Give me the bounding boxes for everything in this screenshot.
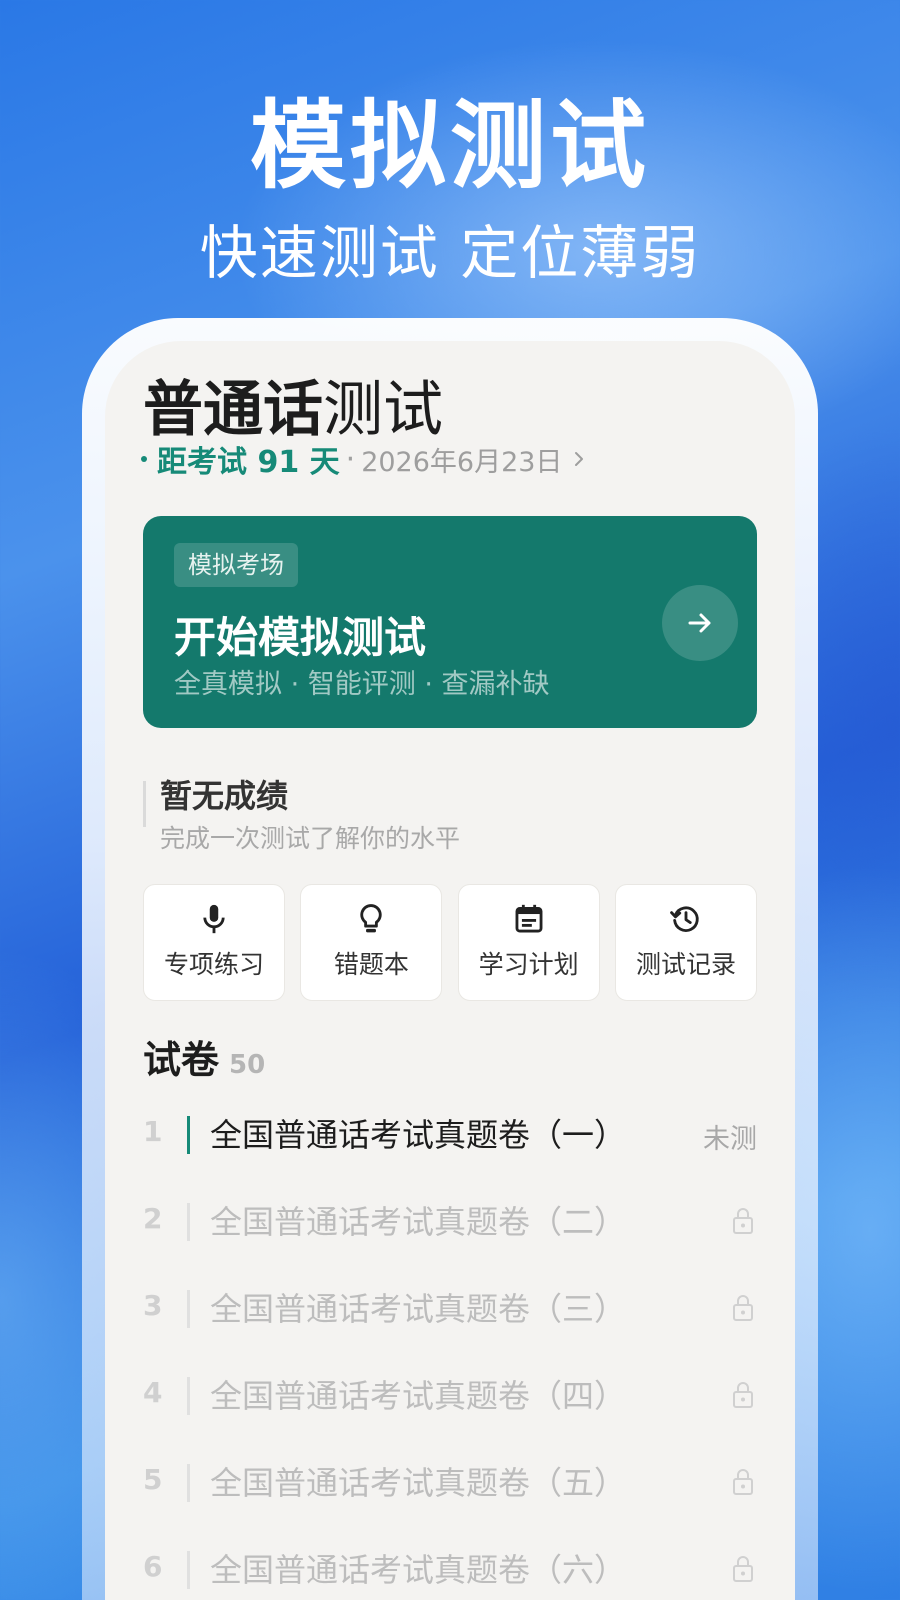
mock-test-description: 全真模拟 · 智能评测 · 查漏补缺 <box>174 669 550 700</box>
start-test-button[interactable] <box>662 585 738 661</box>
paper-number: 5 <box>143 1463 163 1496</box>
paper-row[interactable]: 3 全国普通话考试真题卷（三） <box>143 1279 757 1339</box>
countdown-dot <box>141 456 147 462</box>
paper-accent-bar <box>187 1203 190 1241</box>
papers-title: 试卷 <box>143 1038 220 1082</box>
countdown-separator: · <box>345 441 356 477</box>
mock-exam-badge: 模拟考场 <box>174 543 298 587</box>
study-plan-label: 学习计划 <box>478 950 579 979</box>
page-title: 普通话测试 <box>143 361 443 448</box>
countdown-days: 距考试 91 天 <box>157 445 340 480</box>
page-title-rest: 测试 <box>323 375 443 445</box>
calendar-icon <box>515 904 543 933</box>
paper-accent-bar <box>187 1116 190 1154</box>
paper-number: 1 <box>143 1115 163 1148</box>
chevron-right-icon <box>574 445 584 473</box>
lock-icon <box>733 1469 753 1495</box>
study-plan-button[interactable]: 学习计划 <box>457 884 600 1001</box>
test-history-label: 测试记录 <box>635 950 736 979</box>
lock-icon <box>733 1295 753 1321</box>
paper-name: 全国普通话考试真题卷（一） <box>210 1116 627 1154</box>
paper-accent-bar <box>187 1551 190 1589</box>
paper-name: 全国普通话考试真题卷（六） <box>210 1551 627 1589</box>
paper-accent-bar <box>187 1377 190 1415</box>
practice-button[interactable]: 专项练习 <box>143 884 285 1001</box>
paper-number: 3 <box>143 1289 163 1322</box>
mistakes-label: 错题本 <box>333 950 409 979</box>
score-title: 暂无成绩 <box>160 777 289 815</box>
quick-actions: 专项练习 错题本 学习计划 测试记录 <box>143 884 757 1001</box>
paper-row[interactable]: 4 全国普通话考试真题卷（四） <box>143 1366 757 1426</box>
lock-icon <box>733 1556 753 1582</box>
lock-icon <box>733 1208 753 1234</box>
papers-count: 50 <box>229 1050 266 1080</box>
page-title-bold: 普通话 <box>143 375 323 445</box>
paper-row[interactable]: 5 全国普通话考试真题卷（五） <box>143 1453 757 1513</box>
paper-name: 全国普通话考试真题卷（五） <box>210 1464 627 1502</box>
paper-name: 全国普通话考试真题卷（四） <box>210 1377 627 1415</box>
paper-accent-bar <box>187 1290 190 1328</box>
score-accent-bar <box>143 781 146 827</box>
score-subtitle: 完成一次测试了解你的水平 <box>160 824 461 853</box>
phone-screen: 普通话测试 距考试 91 天 · 2026年6月23日 模拟考场 开始模拟测试 … <box>105 341 795 1600</box>
paper-number: 2 <box>143 1202 163 1235</box>
practice-label: 专项练习 <box>163 950 264 979</box>
hero-subtitle: 快速测试 定位薄弱 <box>199 219 701 287</box>
paper-name: 全国普通话考试真题卷（二） <box>210 1203 627 1241</box>
paper-accent-bar <box>187 1464 190 1502</box>
mic-icon <box>203 904 225 934</box>
mistakes-button[interactable]: 错题本 <box>300 884 443 1001</box>
lightbulb-icon <box>360 904 382 933</box>
hero-title: 模拟测试 <box>250 90 650 202</box>
paper-row[interactable]: 6 全国普通话考试真题卷（六） <box>143 1540 757 1600</box>
papers-header: 试卷 50 <box>143 1029 265 1084</box>
exam-countdown[interactable]: 距考试 91 天 · 2026年6月23日 <box>141 437 584 481</box>
test-history-button[interactable]: 测试记录 <box>614 884 757 1001</box>
countdown-date: 2026年6月23日 <box>361 446 563 478</box>
start-mock-test-title: 开始模拟测试 <box>174 613 427 662</box>
lock-icon <box>733 1382 753 1408</box>
paper-row[interactable]: 2 全国普通话考试真题卷（二） <box>143 1192 757 1252</box>
start-mock-test-card[interactable]: 模拟考场 开始模拟测试 全真模拟 · 智能评测 · 查漏补缺 <box>143 516 757 728</box>
arrow-right-icon <box>688 613 711 633</box>
history-icon <box>670 906 699 932</box>
paper-row[interactable]: 1 全国普通话考试真题卷（一） 未测 <box>143 1105 757 1165</box>
paper-number: 6 <box>143 1550 163 1583</box>
paper-status: 未测 <box>703 1124 757 1155</box>
paper-name: 全国普通话考试真题卷（三） <box>210 1290 627 1328</box>
paper-number: 4 <box>143 1376 163 1409</box>
